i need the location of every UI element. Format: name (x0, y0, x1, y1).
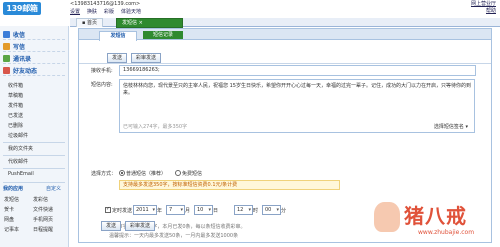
sidebar-agent-folders[interactable]: 代收邮件 (8, 158, 28, 165)
apps-customize-link[interactable]: 自定义 (46, 185, 61, 192)
pig-mascot-icon (374, 202, 400, 232)
sms-content-textarea[interactable]: 信枝林林向您，现代景至只的主宰人民，祝福您 15岁生日快乐，希望你开开心心过每一… (119, 79, 475, 133)
recipient-label: 接收手机: (91, 68, 113, 74)
year-unit: 年 (157, 208, 163, 214)
day-unit: 日 (213, 208, 219, 214)
timed-send-button-bottom[interactable]: 彩审发送 (125, 221, 156, 231)
tab-bar: ▪ 首页 发短信 × (70, 18, 500, 28)
inbox-icon (3, 30, 10, 38)
year-select[interactable]: 2011 (133, 205, 157, 215)
sidebar-divider (3, 168, 65, 169)
subtab-bar (79, 29, 491, 40)
menu-experience[interactable]: 体验天地 (121, 8, 141, 15)
sidebar-divider (3, 142, 65, 143)
top-menu: 设置 换肤 彩版 体验天地 (70, 8, 141, 15)
usage-note: 本月共78字，每以之条字，本月已发0条，每以条短信收费彩审。 (101, 224, 246, 230)
sidebar-item-drafts[interactable]: 草稿箱 (8, 92, 23, 99)
menu-settings[interactable]: 设置 (70, 8, 80, 15)
char-count: 已可输入274字，最多350字 (123, 124, 188, 130)
sidebar-divider (3, 155, 65, 156)
chevron-down-icon: ▾ (463, 124, 468, 130)
minute-unit: 分 (281, 208, 287, 214)
tab-home-label: 首页 (86, 20, 97, 26)
sidebar-push-email[interactable]: PushEmail (8, 171, 34, 177)
friends-icon (3, 66, 10, 74)
mode-free-label[interactable]: 免费短信 (182, 170, 202, 177)
hour-unit: 时 (253, 208, 259, 214)
account-email: <13983143716@139.com> (70, 1, 141, 7)
sidebar-friends-label: 好友动态 (13, 67, 38, 75)
menu-color[interactable]: 彩版 (104, 8, 114, 15)
sidebar-friends[interactable]: 好友动态 (3, 65, 65, 76)
timed-send-button[interactable]: 彩审发送 (131, 53, 162, 63)
menu-skin[interactable]: 换肤 (87, 8, 97, 15)
divider (79, 63, 491, 64)
recipient-input[interactable]: 13669186263; (119, 65, 476, 76)
app-logo[interactable]: 139邮箱 (3, 2, 41, 15)
sms-content-text: 信枝林林向您，现代景至只的主宰人民，祝福您 15岁生日快乐，希望你开开心心过每一… (123, 83, 471, 96)
send-button[interactable]: 发送 (107, 53, 128, 63)
timed-send-label: 定时发送 (112, 208, 133, 214)
top-bar: 139邮箱 <13983143716@139.com> 设置 换肤 彩版 体验天… (0, 0, 500, 18)
mode-label: 选择方式： (91, 171, 117, 177)
sidebar-item-outbox[interactable]: 发件箱 (8, 102, 23, 109)
online-hall-link[interactable]: 网上营业厅 (471, 1, 496, 8)
tip-note: 温馨提示：一天内最多发送50条，一月内最多发送1000条 (109, 233, 239, 239)
sidebar-contacts[interactable]: 通讯录 (3, 53, 65, 64)
help-link[interactable]: 帮助 (471, 8, 496, 15)
sidebar-divider (3, 182, 65, 183)
sidebar-my-folders[interactable]: 我的文件夹 (8, 145, 33, 152)
signature-label: 选择短信签名 (433, 124, 464, 130)
fee-warning: 支持最多发送350字，按标准短信资费0.1元/条计费 (119, 180, 340, 190)
tab-home[interactable]: ▪ 首页 (76, 18, 103, 27)
app-notepad[interactable]: 记事本 (4, 226, 19, 233)
timed-send-checkbox[interactable] (105, 206, 111, 213)
watermark-url: www.zhubajie.com (418, 229, 475, 236)
subtab-send-sms[interactable]: 发短信 (99, 31, 137, 41)
mode-normal-label[interactable]: 普通短信（推荐） (126, 170, 166, 177)
day-select[interactable]: 10 (194, 205, 213, 215)
send-button-bottom[interactable]: 发送 (101, 221, 122, 231)
sidebar-inbox[interactable]: 收信 (3, 29, 65, 40)
sidebar-compose[interactable]: 写信 (3, 41, 65, 52)
close-icon[interactable]: × (139, 20, 143, 26)
sidebar-item-sent[interactable]: 已发送 (8, 112, 23, 119)
subtab-sms-records[interactable]: 短信记录 (143, 31, 183, 39)
pencil-icon (3, 42, 10, 50)
month-select[interactable]: 7 (166, 205, 185, 215)
contacts-icon (3, 54, 10, 62)
mode-free-radio[interactable] (175, 170, 181, 176)
sidebar: 收信 写信 通讯录 好友动态 收件箱 草稿箱 发件箱 已发送 已删除 垃圾邮件 … (0, 26, 69, 247)
sidebar-contacts-label: 通讯录 (13, 55, 32, 63)
watermark: 猪八戒 www.zhubajie.com (374, 198, 494, 242)
app-send-sms[interactable]: 发短信 (4, 196, 19, 203)
app-greeting-card[interactable]: 贺卡 (4, 206, 14, 213)
hour-select[interactable]: 12 (234, 205, 253, 215)
sidebar-item-spam[interactable]: 垃圾邮件 (8, 132, 28, 139)
app-mobile-web[interactable]: 手机网页 (33, 216, 53, 223)
app-file-express[interactable]: 文件快递 (33, 206, 53, 213)
app-calendar[interactable]: 日程提醒 (33, 226, 53, 233)
month-unit: 月 (185, 208, 191, 214)
minute-select[interactable]: 00 (262, 205, 281, 215)
mode-normal-radio[interactable] (119, 170, 125, 176)
sidebar-item-deleted[interactable]: 已删除 (8, 122, 23, 129)
content-label: 短信内容: (91, 82, 113, 88)
recipient-value: 13669186263; (123, 67, 160, 73)
apps-title: 我的应用 (3, 186, 24, 192)
signature-select[interactable]: 选择短信签名 ▾ (434, 123, 468, 130)
sidebar-inbox-label: 收信 (13, 31, 26, 39)
tab-send-sms[interactable]: 发短信 × (116, 18, 183, 28)
app-netdisk[interactable]: 网盘 (4, 216, 14, 223)
app-send-mms[interactable]: 发彩信 (33, 196, 48, 203)
sidebar-compose-label: 写信 (13, 43, 26, 51)
sidebar-item-inbox[interactable]: 收件箱 (8, 82, 23, 89)
top-links: 网上营业厅 帮助 (471, 1, 496, 15)
tab-sms-label: 发短信 (122, 20, 138, 26)
watermark-text: 猪八戒 (404, 204, 467, 228)
